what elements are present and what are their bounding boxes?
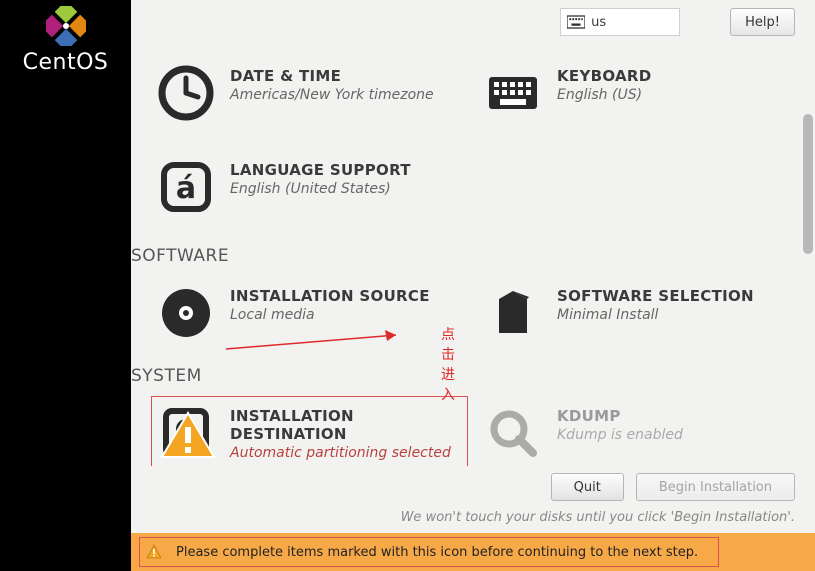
- centos-logo-icon: [46, 6, 86, 46]
- keyboard-layout-indicator[interactable]: us: [560, 8, 680, 36]
- help-button[interactable]: Help!: [730, 8, 795, 36]
- section-header-system: SYSTEM: [131, 360, 815, 392]
- language-icon: á: [158, 159, 214, 215]
- harddrive-icon: [158, 405, 214, 461]
- spoke-status: Kdump is enabled: [557, 427, 683, 443]
- spoke-status: Minimal Install: [557, 307, 754, 323]
- spoke-status: English (United States): [230, 181, 411, 197]
- package-icon: [485, 285, 541, 341]
- keyboard-layout-label: us: [591, 15, 606, 30]
- spoke-language[interactable]: á LANGUAGE SUPPORT English (United State…: [151, 150, 468, 224]
- spoke-kdump[interactable]: KDUMP Kdump is enabled: [478, 396, 795, 466]
- clock-icon: [158, 65, 214, 121]
- disclaimer-text: We won't touch your disks until you clic…: [131, 508, 815, 533]
- scrollbar-thumb[interactable]: [803, 114, 813, 254]
- topbar: us Help!: [131, 0, 815, 52]
- spoke-title: LANGUAGE SUPPORT: [230, 161, 411, 179]
- main-panel: us Help! DATE & TIME Americas/New York t…: [131, 0, 815, 571]
- spoke-installation-destination[interactable]: INSTALLATION DESTINATION Automatic parti…: [151, 396, 468, 466]
- keyboard-large-icon: [485, 65, 541, 121]
- spoke-title: INSTALLATION DESTINATION: [230, 407, 461, 443]
- search-icon: [485, 405, 541, 461]
- notification-text: Please complete items marked with this i…: [176, 545, 698, 560]
- spoke-title: DATE & TIME: [230, 67, 434, 85]
- notification-bar: Please complete items marked with this i…: [131, 533, 815, 571]
- spoke-installation-source[interactable]: INSTALLATION SOURCE Local media: [151, 276, 468, 350]
- spoke-title: INSTALLATION SOURCE: [230, 287, 430, 305]
- disc-icon: [158, 285, 214, 341]
- spoke-title: SOFTWARE SELECTION: [557, 287, 754, 305]
- spoke-status: Local media: [230, 307, 430, 323]
- spoke-title: KDUMP: [557, 407, 683, 425]
- quit-button[interactable]: Quit: [551, 473, 624, 501]
- spoke-title: KEYBOARD: [557, 67, 652, 85]
- spoke-status: Automatic partitioning selected: [230, 445, 461, 461]
- brand-logo: CentOS: [0, 0, 131, 75]
- section-header-software: SOFTWARE: [131, 240, 815, 272]
- content-area: DATE & TIME Americas/New York timezone K…: [131, 52, 815, 466]
- warning-icon: [146, 544, 162, 560]
- keyboard-icon: [567, 15, 585, 29]
- sidebar: CentOS: [0, 0, 131, 571]
- spoke-status: English (US): [557, 87, 652, 103]
- brand-name: CentOS: [0, 50, 131, 75]
- warning-badge-icon: [160, 407, 216, 463]
- spoke-datetime[interactable]: DATE & TIME Americas/New York timezone: [151, 56, 468, 130]
- button-bar: Quit Begin Installation: [131, 466, 815, 508]
- notification-inner: Please complete items marked with this i…: [139, 537, 719, 567]
- section-header-system-label: SYSTEM: [131, 366, 202, 386]
- begin-installation-button[interactable]: Begin Installation: [636, 473, 795, 501]
- spoke-software-selection[interactable]: SOFTWARE SELECTION Minimal Install: [478, 276, 795, 350]
- spoke-keyboard[interactable]: KEYBOARD English (US): [478, 56, 795, 130]
- svg-text:á: á: [176, 171, 196, 206]
- spoke-status: Americas/New York timezone: [230, 87, 434, 103]
